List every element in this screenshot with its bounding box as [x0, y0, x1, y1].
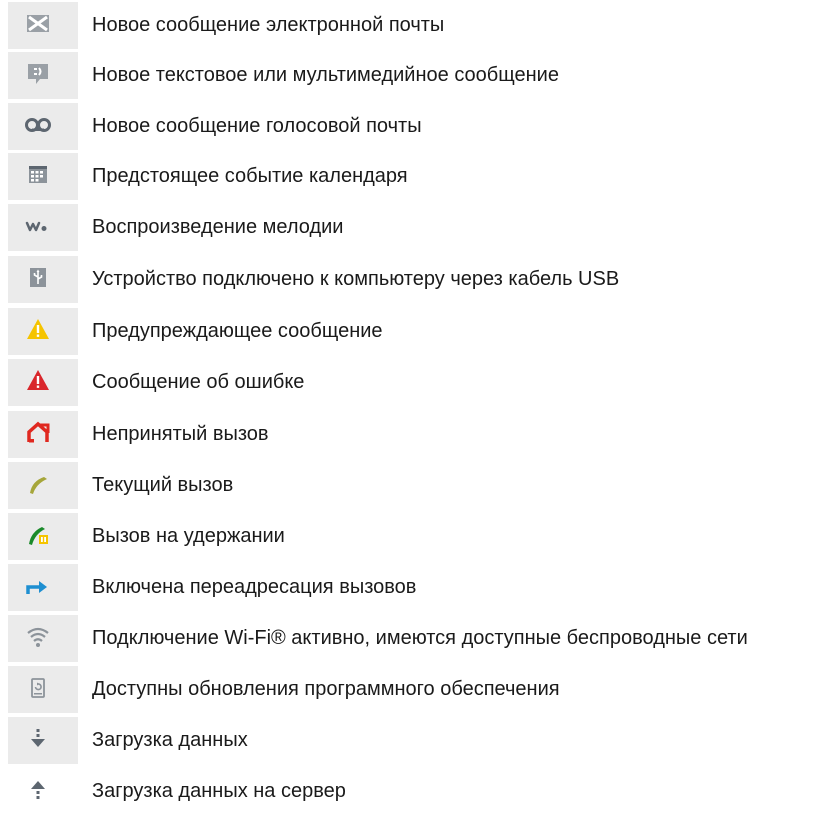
list-item: Воспроизведение мелодии [8, 204, 816, 251]
list-item: Новое сообщение электронной почты [8, 2, 816, 49]
download-icon [31, 729, 45, 747]
list-item: Текущий вызов [8, 462, 816, 509]
icon-cell [8, 256, 78, 303]
list-item-label: Устройство подключено к компьютеру через… [92, 268, 620, 290]
call-on-hold-icon [29, 527, 48, 545]
icon-cell [8, 411, 78, 458]
icon-cell [8, 52, 78, 99]
icon-cell [8, 666, 78, 713]
icon-cell [8, 308, 78, 355]
list-item-label: Сообщение об ошибке [92, 371, 305, 393]
list-item: Устройство подключено к компьютеру через… [8, 256, 816, 303]
ongoing-call-icon [30, 477, 47, 494]
walkman-icon [25, 221, 47, 232]
icon-cell [8, 615, 78, 662]
warning-icon [27, 319, 49, 339]
icon-cell [8, 153, 78, 200]
software-update-icon [31, 678, 45, 698]
list-item-label: Новое текстовое или мультимедийное сообщ… [92, 64, 559, 86]
list-item: Вызов на удержании [8, 513, 816, 560]
list-item-label: Новое сообщение электронной почты [92, 14, 445, 36]
icon-cell [8, 103, 78, 150]
upload-icon [31, 781, 45, 799]
call-forwarding-icon [26, 581, 47, 594]
list-item-label: Непринятый вызов [92, 423, 269, 445]
icon-cell [8, 513, 78, 560]
icon-cell [8, 717, 78, 764]
list-item-label: Доступны обновления программного обеспеч… [92, 678, 560, 700]
list-item: Подключение Wi-Fi® активно, имеются дост… [8, 615, 816, 662]
list-item: Новое текстовое или мультимедийное сообщ… [8, 52, 816, 99]
list-item: Непринятый вызов [8, 411, 816, 458]
list-item: Предупреждающее сообщение [8, 308, 816, 355]
list-item: Доступны обновления программного обеспеч… [8, 666, 816, 713]
list-item-label: Новое сообщение голосовой почты [92, 115, 422, 137]
list-item-label: Загрузка данных на сервер [92, 780, 346, 802]
list-item: Загрузка данных на сервер [8, 768, 816, 815]
error-icon [27, 370, 49, 390]
icon-cell [8, 462, 78, 509]
list-item: Новое сообщение голосовой почты [8, 103, 816, 150]
list-item-label: Предстоящее событие календаря [92, 165, 408, 187]
icon-cell [8, 204, 78, 251]
missed-call-icon [27, 421, 50, 443]
email-icon [27, 15, 49, 32]
usb-icon [30, 268, 46, 287]
list-item-label: Включена переадресация вызовов [92, 576, 417, 598]
calendar-icon [29, 166, 47, 183]
list-item: Сообщение об ошибке [8, 359, 816, 406]
list-item: Предстоящее событие календаря [8, 153, 816, 200]
list-item-label: Воспроизведение мелодии [92, 216, 344, 238]
voicemail-icon [25, 118, 51, 132]
icon-cell [8, 564, 78, 611]
list-item: Загрузка данных [8, 717, 816, 764]
list-item-label: Предупреждающее сообщение [92, 320, 383, 342]
list-item: Включена переадресация вызовов [8, 564, 816, 611]
wifi-icon [27, 627, 49, 647]
list-item-label: Загрузка данных [92, 729, 248, 751]
list-item-label: Вызов на удержании [92, 525, 285, 547]
list-item-label: Текущий вызов [92, 474, 234, 496]
icon-cell [8, 768, 78, 815]
icon-cell [8, 2, 78, 49]
list-item-label: Подключение Wi-Fi® активно, имеются дост… [92, 627, 748, 649]
icon-cell [8, 359, 78, 406]
sms-mms-icon [28, 64, 48, 84]
